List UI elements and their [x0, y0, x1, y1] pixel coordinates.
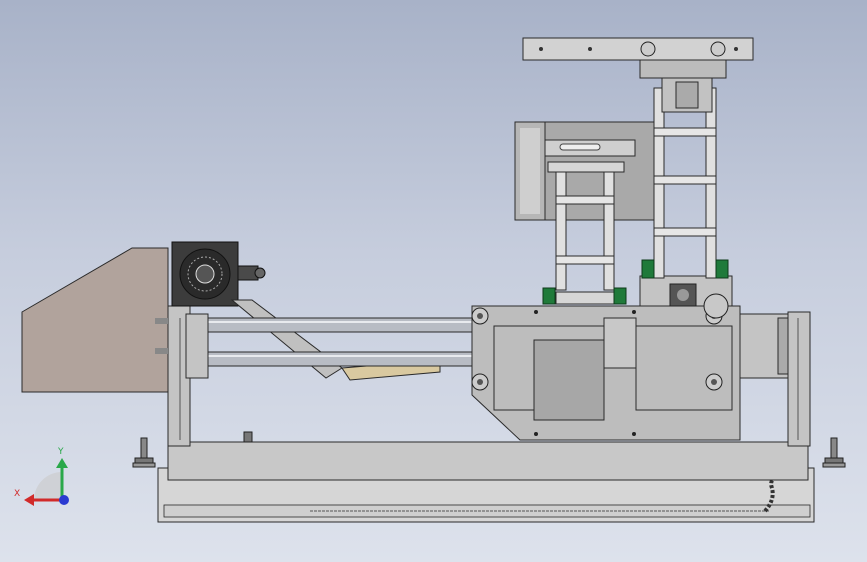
y-axis-arrowhead: [56, 458, 68, 468]
coordinate-triad: Y X: [14, 447, 69, 506]
vertical-ladder-right: [653, 77, 717, 279]
y-axis-label: Y: [57, 447, 64, 457]
servo-motor: [171, 241, 266, 307]
gear-housing: [21, 247, 169, 393]
link-arm: [230, 299, 441, 381]
top-crossbar: [522, 37, 754, 79]
cad-viewport[interactable]: Y X: [0, 0, 867, 562]
rod-end-block-right: [739, 313, 789, 379]
x-axis-arrowhead: [24, 494, 34, 506]
small-bolt: [243, 431, 253, 443]
x-axis-label: X: [14, 489, 20, 499]
z-axis-indicator: [59, 495, 69, 505]
carriage-plate: [471, 305, 741, 441]
leveling-foot-left: [132, 437, 156, 468]
rod-end-block-left: [185, 313, 209, 379]
leveling-foot-right: [822, 437, 846, 468]
